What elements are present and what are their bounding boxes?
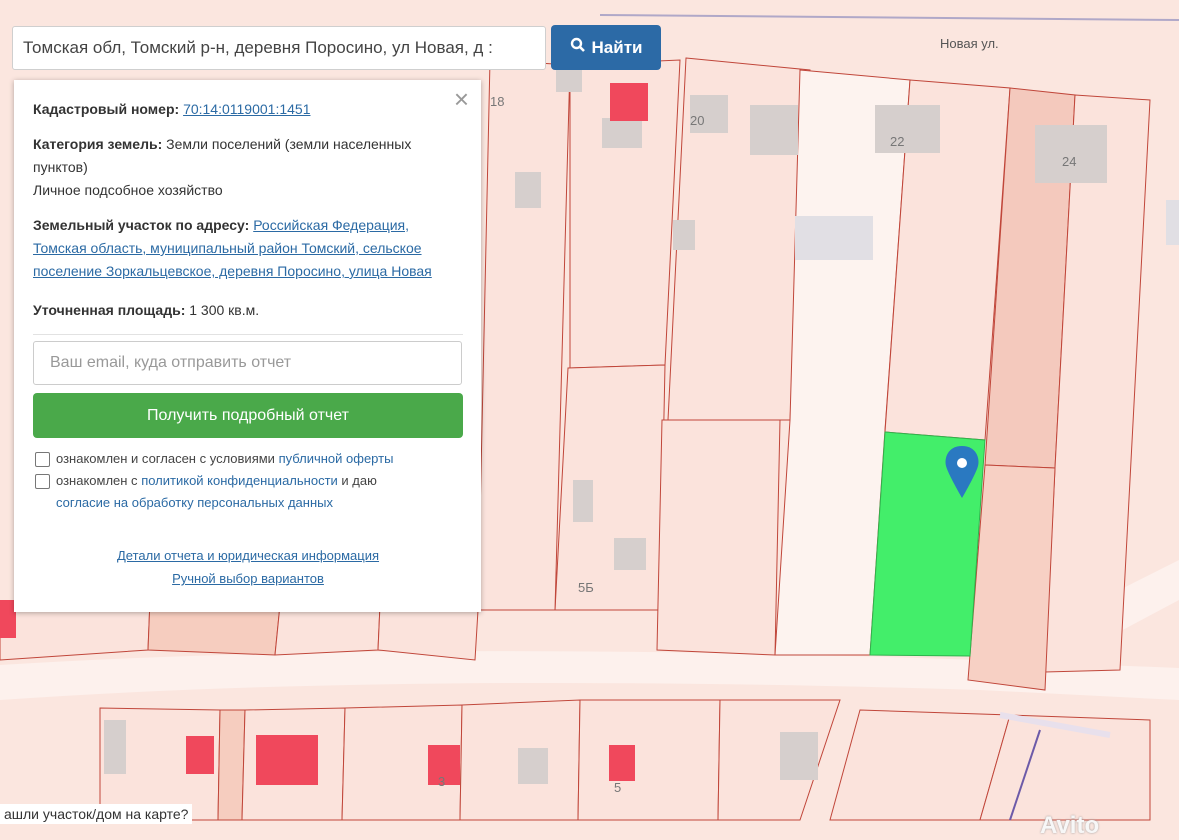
privacy-consent-text: ознакомлен с [56,473,138,488]
plot-number-5: 5 [614,780,621,795]
found-plot-prompt[interactable]: ашли участок/дом на карте? [0,804,193,824]
plot-number-22: 22 [890,134,904,149]
personal-data-consent-link[interactable]: согласие на обработку персональных данны… [56,495,333,510]
category-row: Категория земель: Земли поселений (земли… [33,133,463,179]
panel-footer-links: Детали отчета и юридическая информация Р… [33,544,463,590]
offer-consent-text: ознакомлен и согласен с условиями [56,451,275,466]
watermark-logo: Avito [1040,812,1100,839]
plot-number-24: 24 [1062,154,1076,169]
search-icon [570,37,586,58]
area-row: Уточненная площадь: 1 300 кв.м. [33,299,463,322]
cadastral-number-link[interactable]: 70:14:0119001:1451 [183,101,310,117]
offer-checkbox[interactable] [35,452,50,467]
address-search-input[interactable]: Томская обл, Томский р-н, деревня Пороси… [12,26,546,70]
cadastral-row: Кадастровый номер: 70:14:0119001:1451 [33,98,463,121]
search-button[interactable]: Найти [551,25,661,70]
plot-number-18: 18 [490,94,504,109]
privacy-checkbox[interactable] [35,474,50,489]
usage-value: Личное подсобное хозяйство [33,182,223,198]
category-label: Категория земель: [33,136,163,152]
report-details-link[interactable]: Детали отчета и юридическая информация [117,548,379,563]
manual-selection-link[interactable]: Ручной выбор вариантов [172,571,324,586]
address-label: Земельный участок по адресу: [33,217,250,233]
address-row: Земельный участок по адресу: Российская … [33,214,463,283]
plot-number-3: 3 [438,774,445,789]
cadastral-label: Кадастровый номер: [33,101,180,117]
plot-number-5b: 5Б [578,580,594,595]
public-offer-link[interactable]: публичной оферты [279,451,394,466]
privacy-policy-link[interactable]: политикой конфиденциальности [141,473,338,488]
parcel-info-panel: × Кадастровый номер: 70:14:0119001:1451 … [14,80,481,612]
street-label: Новая ул. [940,36,999,51]
search-button-label: Найти [591,37,643,57]
divider [33,334,463,335]
email-field[interactable]: Ваш email, куда отправить отчет [33,341,462,385]
area-value: 1 300 кв.м. [189,302,260,318]
offer-consent-checkbox-row[interactable]: ознакомлен и согласен с условиями публич… [33,448,463,470]
privacy-consent-checkbox-row[interactable]: ознакомлен с политикой конфиденциальност… [33,470,463,514]
plot-number-20: 20 [690,113,704,128]
area-label: Уточненная площадь: [33,302,186,318]
close-icon[interactable]: × [454,86,469,112]
privacy-consent-tail: и даю [341,473,377,488]
get-report-button[interactable]: Получить подробный отчет [33,393,463,438]
